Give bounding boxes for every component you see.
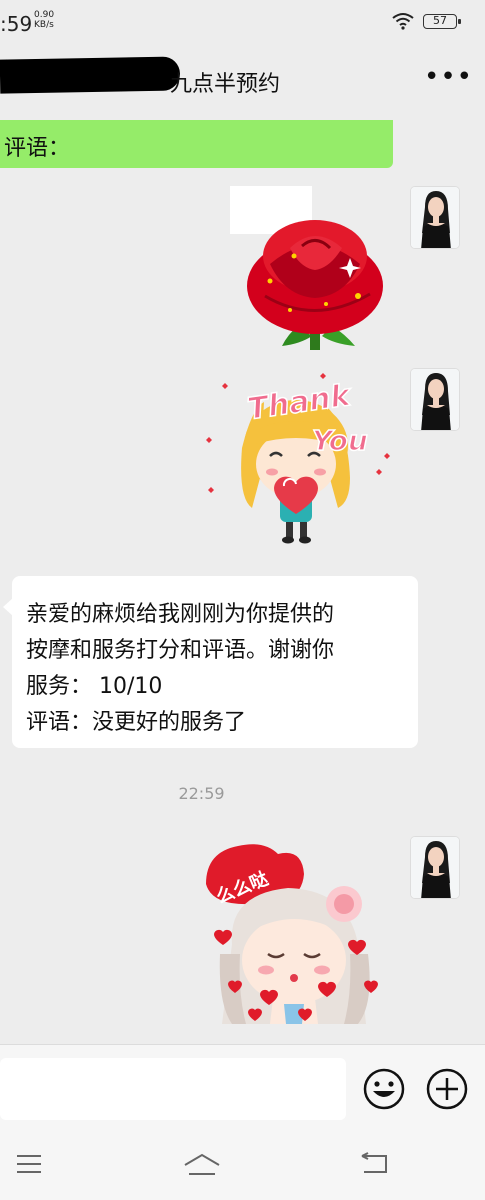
message-line: 评语：没更好的服务了 — [26, 710, 247, 735]
network-speed-unit: KB/s — [34, 20, 54, 30]
received-message-bubble[interactable]: 亲爱的麻烦给我刚刚为你提供的 按摩和服务打分和评语。谢谢你 服务： 10/10 … — [3, 576, 418, 748]
message-line: 按摩和服务打分和评语。谢谢你 — [26, 638, 335, 663]
more-icon[interactable]: ••• — [424, 62, 473, 92]
input-bar — [0, 1044, 485, 1130]
plus-icon[interactable] — [425, 1067, 469, 1115]
battery-icon: 57 — [423, 14, 461, 29]
message-timestamp: 22:59 — [178, 784, 225, 803]
battery-level: 57 — [433, 14, 447, 27]
status-bar: :59 0.90 KB/s 57 — [0, 0, 485, 44]
message-line: 服务： 10/10 — [26, 674, 163, 699]
redacted-contact-name — [0, 56, 181, 94]
avatar[interactable] — [410, 368, 460, 431]
thank-you-sticker[interactable]: Thank You — [200, 368, 400, 562]
chat-title: 九点半预约 — [170, 72, 281, 97]
back-icon[interactable] — [360, 1152, 390, 1180]
sent-message-bubble[interactable]: 评语： — [0, 120, 393, 168]
menu-icon[interactable] — [16, 1154, 42, 1178]
emoji-icon[interactable] — [362, 1067, 406, 1115]
network-speed-value: 0.90 — [34, 10, 55, 20]
avatar[interactable] — [410, 186, 460, 249]
network-speed: 0.90 KB/s — [34, 10, 54, 30]
system-nav-bar — [0, 1130, 485, 1200]
chat-header: 九点半预约 ••• — [0, 44, 485, 118]
message-input[interactable] — [0, 1058, 346, 1120]
kiss-sticker[interactable]: 么么哒 — [198, 834, 394, 1030]
sent-message-text: 评语： — [4, 136, 71, 161]
message-line: 亲爱的麻烦给我刚刚为你提供的 — [26, 602, 335, 627]
you-text: You — [312, 424, 368, 457]
home-icon[interactable] — [183, 1152, 221, 1180]
avatar[interactable] — [410, 836, 460, 899]
rose-sticker[interactable] — [230, 186, 400, 356]
status-time: :59 — [0, 12, 33, 36]
wifi-icon — [392, 12, 414, 34]
